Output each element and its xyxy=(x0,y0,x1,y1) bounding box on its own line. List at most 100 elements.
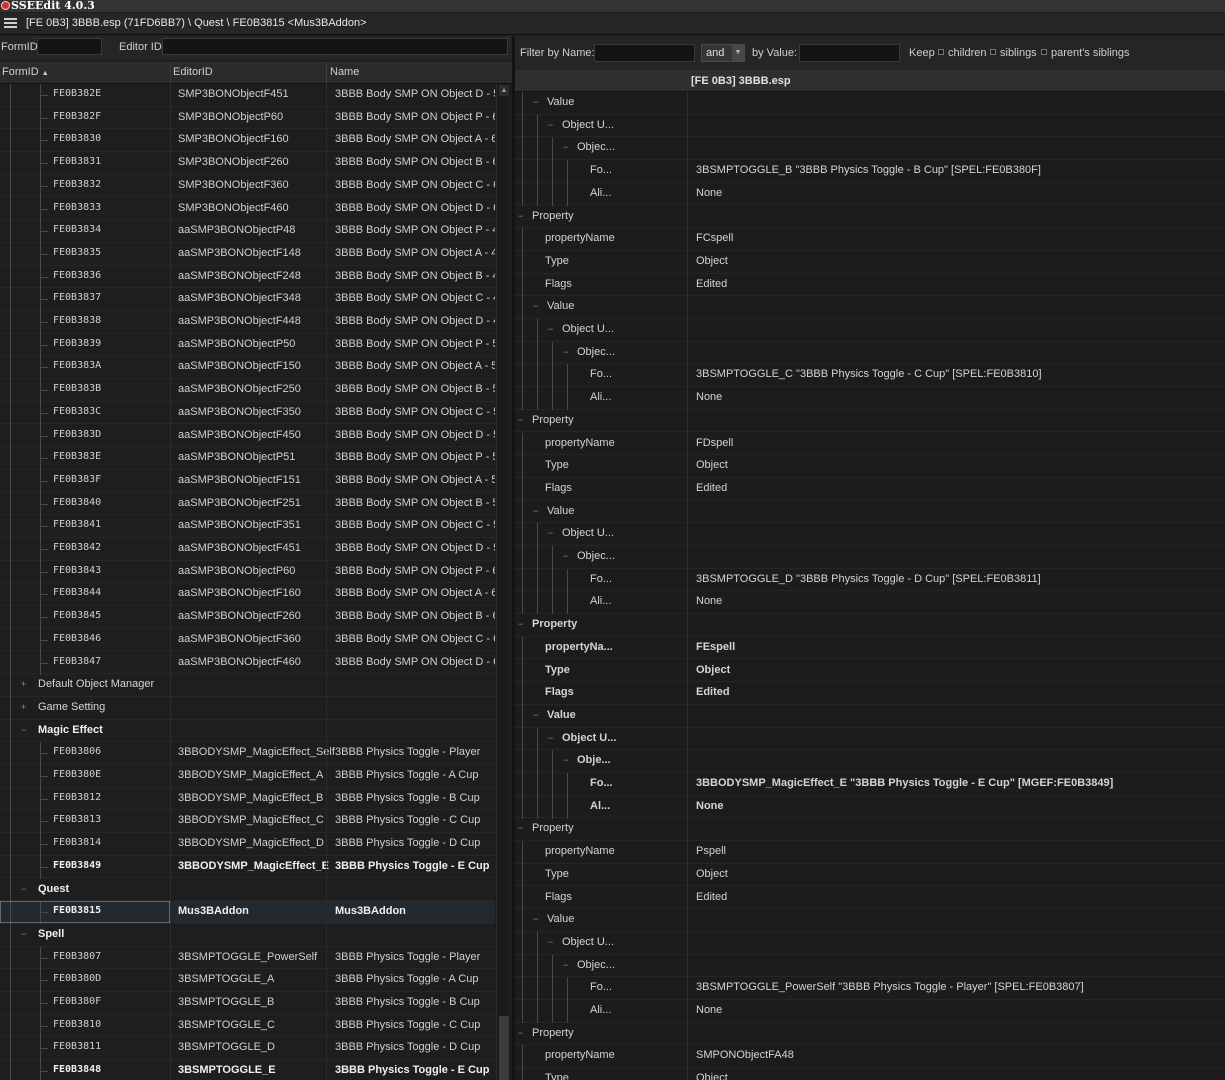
collapse-icon[interactable]: − xyxy=(563,143,570,152)
tree-record-row[interactable]: FE0B3814 3BBODYSMP_MagicEffect_D 3BBB Phys… xyxy=(0,833,495,857)
tree-group-row[interactable]: + Default Object Manager xyxy=(0,674,495,698)
menu-icon[interactable] xyxy=(3,17,19,31)
property-row[interactable]: − Object U... xyxy=(515,319,1225,342)
collapse-icon[interactable]: − xyxy=(548,325,555,334)
property-row[interactable]: Type Object xyxy=(515,250,1225,274)
tree-record-row[interactable]: FE0B383E aaSMP3BONObjectP51 3BBB Body SMP … xyxy=(0,447,495,471)
tree-record-row[interactable]: FE0B3830 SMP3BONObjectF160 3BBB Body SMP O… xyxy=(0,129,495,153)
collapse-icon[interactable]: − xyxy=(563,756,570,765)
property-value[interactable]: None xyxy=(696,391,722,403)
keep-parents-siblings-checkbox[interactable] xyxy=(1041,49,1047,55)
property-value[interactable]: Edited xyxy=(696,891,727,903)
property-value[interactable]: Object xyxy=(696,1072,728,1080)
property-row[interactable]: Ali... None xyxy=(515,387,1225,411)
tree-record-row[interactable]: FE0B3832 SMP3BONObjectF360 3BBB Body SMP O… xyxy=(0,174,495,198)
chevron-down-icon[interactable]: ▼ xyxy=(732,45,744,61)
collapse-icon[interactable]: − xyxy=(21,929,28,938)
property-row[interactable]: Fo... 3BSMPTOGGLE_C "3BBB Physics Toggle … xyxy=(515,364,1225,388)
column-name[interactable]: Name xyxy=(330,66,359,78)
tree-record-row[interactable]: FE0B3847 aaSMP3BONObjectF460 3BBB Body SMP… xyxy=(0,651,495,675)
editorid-filter-input[interactable] xyxy=(162,38,508,55)
tree-group-row[interactable]: + Game Setting xyxy=(0,696,495,720)
property-row[interactable]: − Objec... xyxy=(515,954,1225,978)
property-row[interactable]: − Property xyxy=(515,1022,1225,1046)
property-row[interactable]: Flags Edited xyxy=(515,682,1225,706)
tree-record-row[interactable]: FE0B3815 Mus3BAddon Mus3BAddon xyxy=(0,901,495,925)
tree-record-row[interactable]: FE0B382F SMP3BONObjectP60 3BBB Body SMP ON… xyxy=(0,106,495,130)
property-value[interactable]: None xyxy=(696,187,722,199)
tree-record-row[interactable]: FE0B3837 aaSMP3BONObjectF348 3BBB Body SMP… xyxy=(0,288,495,312)
property-row[interactable]: − Value xyxy=(515,296,1225,320)
column-editorid[interactable]: EditorID xyxy=(173,66,213,78)
collapse-icon[interactable]: − xyxy=(21,725,28,734)
property-row[interactable]: − Property xyxy=(515,818,1225,842)
tree-record-row[interactable]: FE0B3849 3BBODYSMP_MagicEffect_E 3BBB Phys… xyxy=(0,855,495,879)
property-value[interactable]: None xyxy=(696,595,722,607)
property-row[interactable]: propertyName FDspell xyxy=(515,432,1225,456)
property-row[interactable]: Al... None xyxy=(515,795,1225,819)
property-value[interactable]: Pspell xyxy=(696,845,726,857)
tree-record-row[interactable]: FE0B3812 3BBODYSMP_MagicEffect_B 3BBB Phys… xyxy=(0,787,495,811)
property-value[interactable]: FDspell xyxy=(696,437,733,449)
tree-record-row[interactable]: FE0B3810 3BSMPTOGGLE_C 3BBB Physics Toggle… xyxy=(0,1014,495,1038)
tree-record-row[interactable]: FE0B3807 3BSMPTOGGLE_PowerSelf 3BBB Physic… xyxy=(0,946,495,970)
property-row[interactable]: propertyName FCspell xyxy=(515,228,1225,252)
collapse-icon[interactable]: − xyxy=(548,733,555,742)
filter-name-input[interactable] xyxy=(594,44,695,62)
tree-record-row[interactable]: FE0B3846 aaSMP3BONObjectF360 3BBB Body SMP… xyxy=(0,628,495,652)
tree-group-row[interactable]: − Magic Effect xyxy=(0,719,495,743)
property-value[interactable]: None xyxy=(696,1004,722,1016)
tree-record-row[interactable]: FE0B3831 SMP3BONObjectF260 3BBB Body SMP O… xyxy=(0,152,495,176)
property-row[interactable]: Ali... None xyxy=(515,591,1225,615)
property-row[interactable]: Flags Edited xyxy=(515,886,1225,910)
property-row[interactable]: − Object U... xyxy=(515,523,1225,547)
tree-record-row[interactable]: FE0B383D aaSMP3BONObjectF450 3BBB Body SMP… xyxy=(0,424,495,448)
collapse-icon[interactable]: − xyxy=(518,415,525,424)
property-value[interactable]: 3BSMPTOGGLE_B "3BBB Physics Toggle - B C… xyxy=(696,164,1041,176)
record-property-tree[interactable]: − Value − Object U... − Objec... Fo... 3BSMPTOG… xyxy=(515,92,1225,1080)
property-row[interactable]: − Objec... xyxy=(515,137,1225,161)
tree-record-row[interactable]: FE0B3836 aaSMP3BONObjectF248 3BBB Body SMP… xyxy=(0,265,495,289)
tree-record-row[interactable]: FE0B3843 aaSMP3BONObjectP60 3BBB Body SMP … xyxy=(0,560,495,584)
navigation-scrollbar[interactable]: ▲ xyxy=(496,84,510,1080)
tree-record-row[interactable]: FE0B380F 3BSMPTOGGLE_B 3BBB Physics Toggle… xyxy=(0,992,495,1015)
formid-filter-input[interactable] xyxy=(37,38,102,55)
tree-record-row[interactable]: FE0B3833 SMP3BONObjectF460 3BBB Body SMP O… xyxy=(0,197,495,221)
tree-record-row[interactable]: FE0B3835 aaSMP3BONObjectF148 3BBB Body SMP… xyxy=(0,242,495,266)
filter-value-input[interactable] xyxy=(799,44,900,62)
property-row[interactable]: propertyName Pspell xyxy=(515,841,1225,865)
collapse-icon[interactable]: − xyxy=(548,120,555,129)
tree-record-row[interactable]: FE0B3848 3BSMPTOGGLE_E 3BBB Physics Toggle… xyxy=(0,1060,495,1080)
tree-record-row[interactable]: FE0B382E SMP3BONObjectF451 3BBB Body SMP O… xyxy=(0,84,495,107)
tree-record-row[interactable]: FE0B380E 3BBODYSMP_MagicEffect_A 3BBB Phys… xyxy=(0,765,495,788)
property-row[interactable]: Type Object xyxy=(515,1068,1225,1080)
column-formid[interactable]: FormID ▲ xyxy=(2,66,49,78)
collapse-icon[interactable]: − xyxy=(518,211,525,220)
property-row[interactable]: Flags Edited xyxy=(515,273,1225,297)
property-value[interactable]: FEspell xyxy=(696,641,735,653)
property-row[interactable]: − Object U... xyxy=(515,114,1225,138)
scrollbar-thumb[interactable] xyxy=(499,1016,509,1080)
property-value[interactable]: Edited xyxy=(696,278,727,290)
tree-group-row[interactable]: − Spell xyxy=(0,923,495,947)
property-row[interactable]: − Value xyxy=(515,704,1225,728)
property-row[interactable]: Fo... 3BBODYSMP_MagicEffect_E "3BBB Physi… xyxy=(515,773,1225,796)
collapse-icon[interactable]: − xyxy=(563,347,570,356)
property-value[interactable]: 3BBODYSMP_MagicEffect_E "3BBB Physics To… xyxy=(696,777,1113,789)
tree-record-row[interactable]: FE0B383C aaSMP3BONObjectF350 3BBB Body SMP… xyxy=(0,401,495,425)
property-row[interactable]: − Objec... xyxy=(515,341,1225,365)
tree-record-row[interactable]: FE0B3834 aaSMP3BONObjectP48 3BBB Body SMP … xyxy=(0,220,495,244)
property-row[interactable]: Type Object xyxy=(515,455,1225,479)
tree-record-row[interactable]: FE0B383F aaSMP3BONObjectF151 3BBB Body SMP… xyxy=(0,469,495,493)
collapse-icon[interactable]: − xyxy=(533,710,540,719)
scroll-up-arrow-icon[interactable]: ▲ xyxy=(499,85,509,96)
tree-record-row[interactable]: FE0B3844 aaSMP3BONObjectF160 3BBB Body SMP… xyxy=(0,583,495,607)
tree-record-row[interactable]: FE0B3839 aaSMP3BONObjectP50 3BBB Body SMP … xyxy=(0,333,495,357)
property-row[interactable]: − Obje... xyxy=(515,750,1225,774)
property-row[interactable]: Fo... 3BSMPTOGGLE_B "3BBB Physics Toggle … xyxy=(515,160,1225,184)
tree-record-row[interactable]: FE0B383A aaSMP3BONObjectF150 3BBB Body SMP… xyxy=(0,356,495,380)
navigation-tree[interactable]: FE0B382E SMP3BONObjectF451 3BBB Body SMP O… xyxy=(0,84,495,1080)
plugin-column-header[interactable]: [FE 0B3] 3BBB.esp xyxy=(691,75,791,87)
property-row[interactable]: Ali... None xyxy=(515,1000,1225,1023)
property-value[interactable]: Object xyxy=(696,459,728,471)
